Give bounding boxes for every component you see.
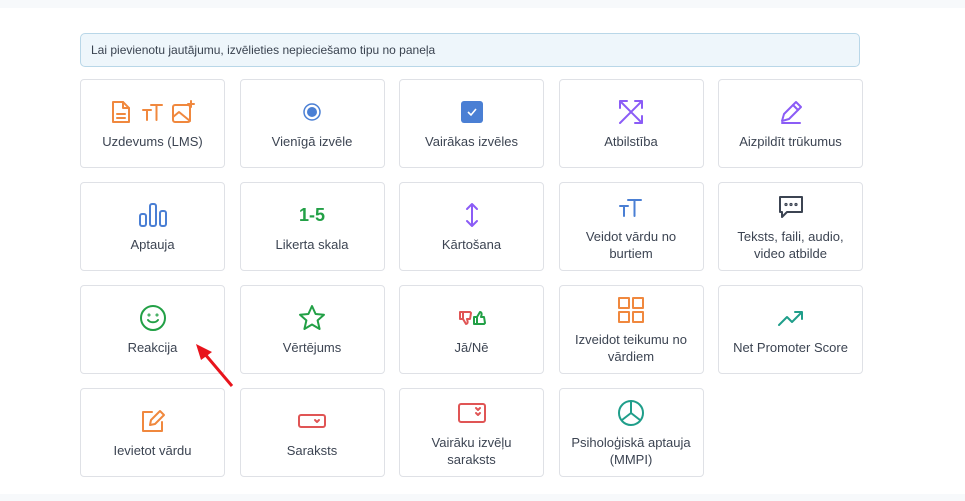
question-type-card[interactable]: Veidot vārdu no burtiem <box>558 182 704 271</box>
question-type-card[interactable]: Aizpildīt trūkumus <box>718 79 863 168</box>
multi-dropdown-icon <box>457 398 486 428</box>
card-label: Aizpildīt trūkumus <box>739 134 842 149</box>
bar-chart-icon <box>137 200 169 230</box>
message-icon <box>778 192 804 222</box>
card-label: Izveidot teikumu no vārdiem <box>574 331 687 364</box>
question-type-grid: Uzdevums (LMS) Vienīgā izvēle Vairākas izv… <box>80 79 863 477</box>
annotation-arrow-icon <box>196 344 234 387</box>
edit-icon <box>140 406 166 436</box>
question-type-card[interactable]: Atbilstība <box>558 79 704 168</box>
question-type-card[interactable]: Saraksts <box>239 388 385 477</box>
card-label: Kārtošana <box>441 237 502 252</box>
text-size-icon <box>618 192 644 222</box>
star-icon <box>298 303 326 333</box>
card-label: Saraksts <box>286 443 338 458</box>
question-type-card[interactable]: Uzdevums (LMS) <box>80 79 225 168</box>
info-notice: Lai pievienotu jautājumu, izvēlieties ne… <box>80 33 860 67</box>
trending-up-icon <box>777 303 805 333</box>
card-label: Net Promoter Score <box>733 340 848 355</box>
question-type-card[interactable]: Jā/Nē <box>399 285 544 374</box>
thumbs-icon <box>458 303 486 333</box>
card-label: Teksts, faili, audio, video atbilde <box>737 228 844 261</box>
arrows-diagonal-icon <box>617 97 645 127</box>
question-type-card[interactable]: Net Promoter Score <box>718 285 863 374</box>
radio-icon <box>302 97 322 127</box>
grid-icon <box>617 295 645 325</box>
question-type-card[interactable]: Aptauja <box>80 182 225 271</box>
question-type-card[interactable]: Izveidot teikumu no vārdiem <box>558 285 704 374</box>
card-label: Reakcija <box>127 340 178 355</box>
card-label: Veidot vārdu no burtiem <box>585 228 677 261</box>
question-type-card[interactable]: Kārtošana <box>399 182 544 271</box>
question-type-card[interactable]: Vienīgā izvēle <box>239 79 385 168</box>
likert-icon: 1-5 <box>298 204 325 225</box>
question-type-card[interactable]: Psiholoģiskā aptauja (MMPI) <box>558 388 704 477</box>
smile-icon <box>139 303 167 333</box>
question-type-card[interactable]: Vairākas izvēles <box>399 79 544 168</box>
card-label: Uzdevums (LMS) <box>102 134 203 149</box>
card-label: Vērtējums <box>282 340 342 355</box>
question-type-card[interactable]: Vērtējums <box>239 285 385 374</box>
card-label: Vairāku izvēļu saraksts <box>431 434 512 467</box>
pie-chart-icon <box>617 398 645 428</box>
question-type-card[interactable]: Ievietot vārdu <box>80 388 225 477</box>
pencil-icon <box>778 97 804 127</box>
card-label: Atbilstība <box>604 134 658 149</box>
dropdown-icon <box>298 406 326 436</box>
sort-arrows-icon <box>464 200 480 230</box>
card-label: Vairākas izvēles <box>425 134 518 149</box>
card-label: Likerta skala <box>275 237 349 252</box>
card-label: Ievietot vārdu <box>113 443 192 458</box>
card-label: Vienīgā izvēle <box>271 134 353 149</box>
question-type-card[interactable]: 1-5 Likerta skala <box>239 182 385 271</box>
checkbox-icon <box>460 97 484 127</box>
card-label: Aptauja <box>130 237 175 252</box>
card-label: Jā/Nē <box>454 340 489 355</box>
card-label: Psiholoģiskā aptauja (MMPI) <box>571 434 691 467</box>
question-type-card[interactable]: Vairāku izvēļu saraksts <box>399 388 544 477</box>
document-text-image-icon <box>110 97 196 127</box>
question-type-card[interactable]: Teksts, faili, audio, video atbilde <box>718 182 863 271</box>
